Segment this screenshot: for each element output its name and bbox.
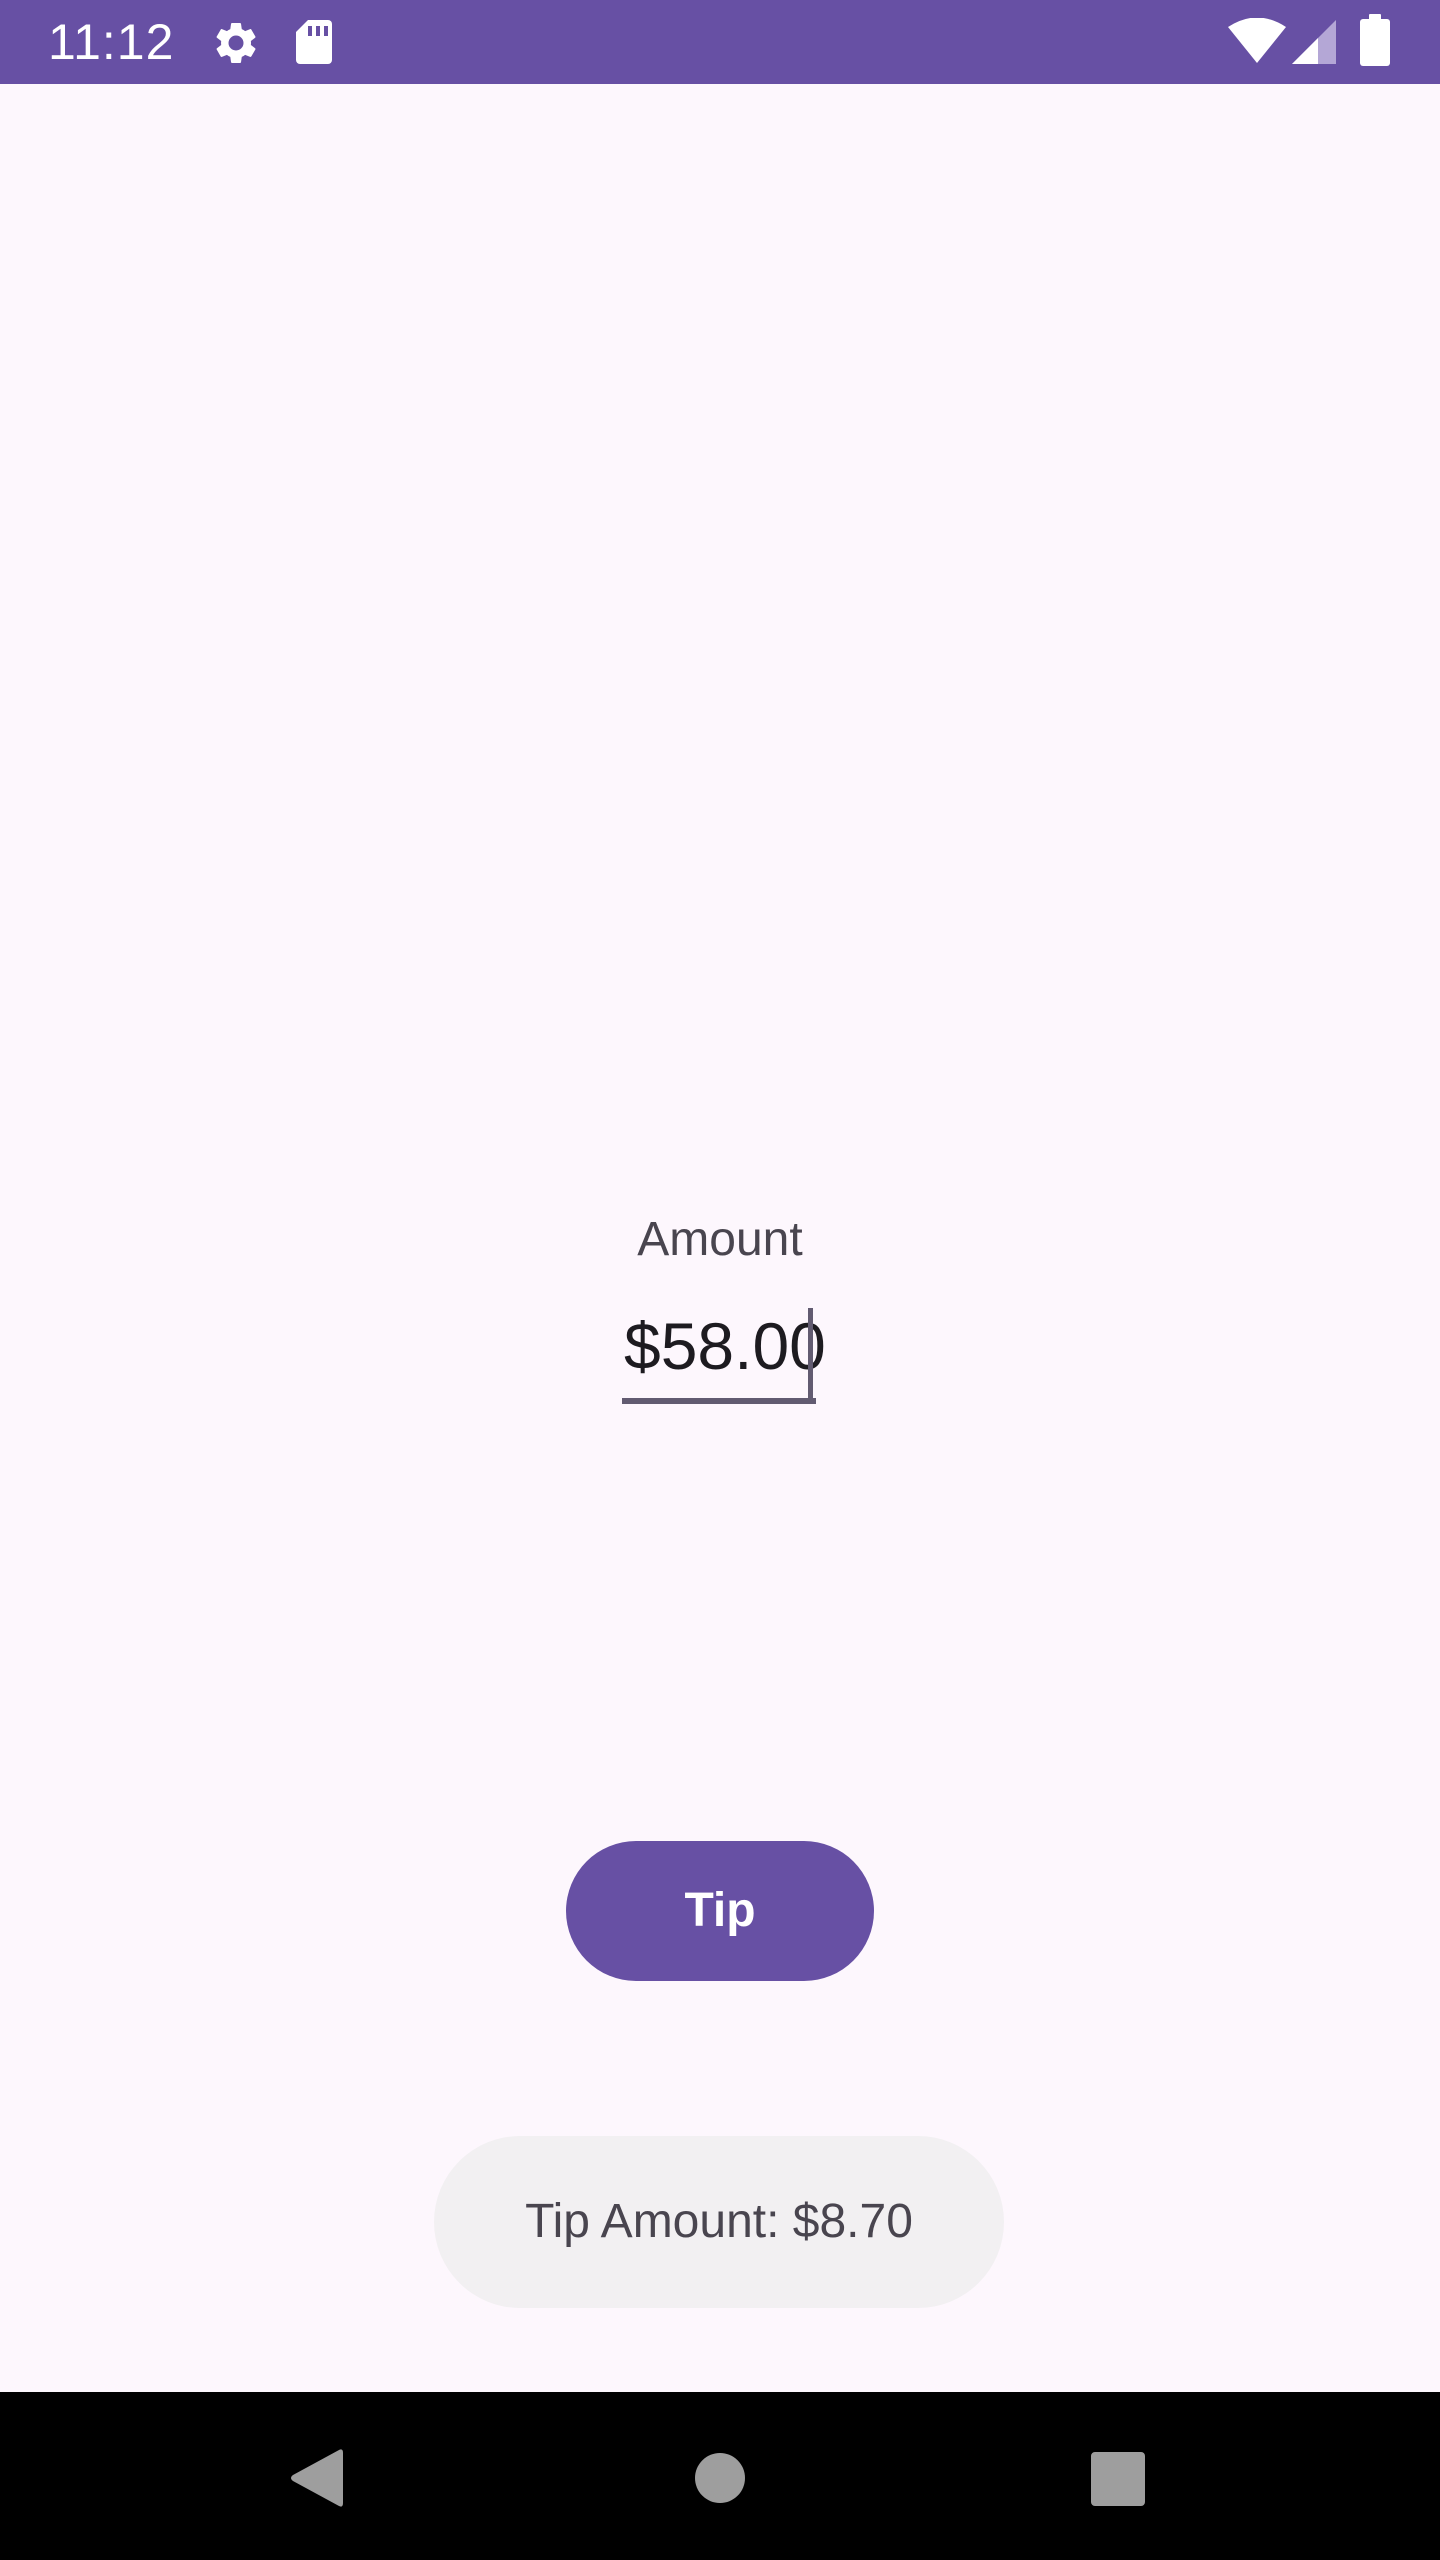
gear-icon (216, 22, 256, 63)
amount-value: $58.00 (624, 1309, 826, 1383)
wifi-icon (1228, 18, 1286, 63)
cell-signal-icon (1292, 20, 1336, 64)
sd-card-icon (296, 20, 332, 64)
home-icon[interactable] (694, 2452, 746, 2504)
status-time: 11:12 (48, 14, 175, 70)
tip-result-chip: Tip Amount: $8.70 (434, 2136, 1004, 2308)
amount-label: Amount (637, 1213, 803, 1266)
tip-result-text: Tip Amount: $8.70 (525, 2195, 913, 2248)
recents-icon[interactable] (1091, 2452, 1145, 2506)
status-bar: 11:12 (0, 0, 1440, 84)
amount-input[interactable]: $58.00 (622, 1298, 826, 1404)
navigation-bar (0, 2392, 1440, 2560)
text-cursor (808, 1308, 813, 1398)
battery-icon (1360, 14, 1390, 66)
tip-button[interactable]: Tip (566, 1841, 874, 1981)
back-icon[interactable] (289, 2448, 343, 2508)
